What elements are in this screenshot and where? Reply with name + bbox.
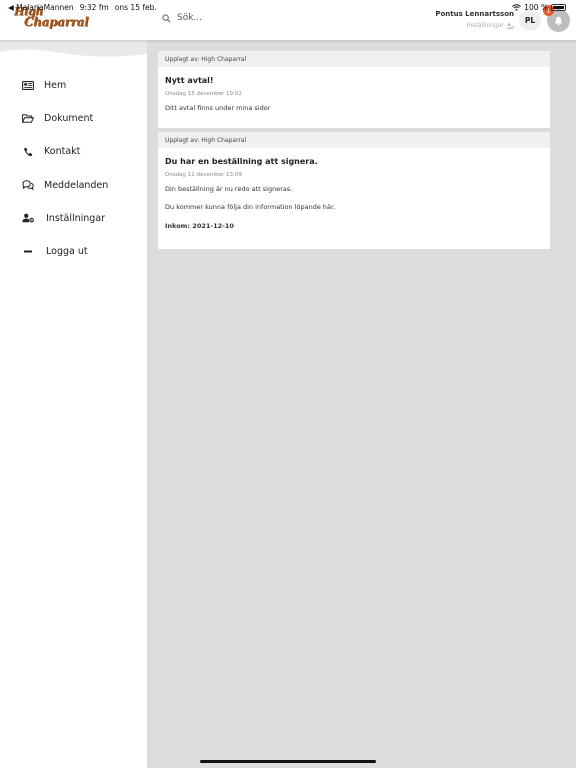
search-bar[interactable]: Sök... bbox=[162, 13, 202, 23]
card-date: Onsdag 15 december 10:02 bbox=[165, 91, 242, 97]
newspaper-icon bbox=[22, 80, 34, 92]
card-uploaded-by: Upplagt av: High Chaparral bbox=[158, 51, 550, 67]
sidebar-item-logga-ut[interactable]: Logga ut bbox=[0, 235, 147, 268]
sidebar-wave-decoration bbox=[0, 40, 147, 57]
status-date: ons 15 feb. bbox=[114, 3, 157, 12]
bell-icon bbox=[554, 16, 563, 26]
sidebar: Hem Dokument Kontakt Meddelanden Inställ… bbox=[0, 40, 147, 768]
minus-icon bbox=[22, 246, 34, 258]
user-gear-icon bbox=[506, 22, 514, 29]
sidebar-item-label: Inställningar bbox=[46, 212, 106, 224]
card-uploaded-by: Upplagt av: High Chaparral bbox=[158, 132, 550, 148]
sidebar-nav: Hem Dokument Kontakt Meddelanden Inställ… bbox=[0, 69, 147, 268]
card-title: Nytt avtal! bbox=[165, 76, 214, 85]
main-feed: Upplagt av: High Chaparral Nytt avtal! O… bbox=[147, 40, 576, 768]
logo-line2: Chaparral bbox=[24, 15, 89, 29]
user-settings-link[interactable]: Inställningar bbox=[467, 22, 504, 29]
sidebar-item-hem[interactable]: Hem bbox=[0, 69, 147, 102]
sidebar-item-label: Kontakt bbox=[44, 146, 81, 158]
status-bar: ◀ MalariaMannen 9:32 fm ons 15 feb. 100 … bbox=[0, 0, 576, 13]
sidebar-item-kontakt[interactable]: Kontakt bbox=[0, 135, 147, 168]
sidebar-item-label: Meddelanden bbox=[44, 179, 109, 191]
search-icon bbox=[162, 13, 171, 22]
card-text: Din beställning är nu redo att signeras. bbox=[165, 185, 293, 193]
card-received-date: Inkom: 2021-12-10 bbox=[165, 222, 234, 230]
phone-icon bbox=[22, 146, 34, 158]
home-indicator[interactable] bbox=[200, 760, 376, 763]
back-to-app-link[interactable]: ◀ MalariaMannen bbox=[8, 3, 74, 12]
card-text: Ditt avtal finns under mina sidor bbox=[165, 104, 271, 112]
user-gear-icon bbox=[22, 212, 34, 224]
folder-open-icon bbox=[22, 113, 34, 125]
battery-icon bbox=[551, 4, 566, 11]
sidebar-item-label: Hem bbox=[44, 80, 67, 92]
sidebar-item-label: Logga ut bbox=[46, 246, 88, 258]
sidebar-item-dokument[interactable]: Dokument bbox=[0, 102, 147, 135]
sidebar-item-label: Dokument bbox=[44, 113, 94, 125]
search-input[interactable]: Sök... bbox=[177, 13, 202, 23]
card-title: Du har en beställning att signera. bbox=[165, 157, 318, 166]
chat-icon bbox=[22, 179, 34, 191]
card-date: Onsdag 11 december 13:09 bbox=[165, 172, 242, 178]
battery-percent: 100 % bbox=[524, 3, 548, 12]
sidebar-item-meddelanden[interactable]: Meddelanden bbox=[0, 169, 147, 202]
feed-card[interactable]: Upplagt av: High Chaparral Du har en bes… bbox=[158, 132, 550, 249]
feed-card[interactable]: Upplagt av: High Chaparral Nytt avtal! O… bbox=[158, 51, 550, 128]
card-text-secondary: Du kommer kunna följa din information lö… bbox=[165, 203, 336, 211]
wifi-icon bbox=[512, 4, 522, 11]
sidebar-item-installningar[interactable]: Inställningar bbox=[0, 202, 147, 235]
status-time: 9:32 fm bbox=[79, 3, 109, 12]
